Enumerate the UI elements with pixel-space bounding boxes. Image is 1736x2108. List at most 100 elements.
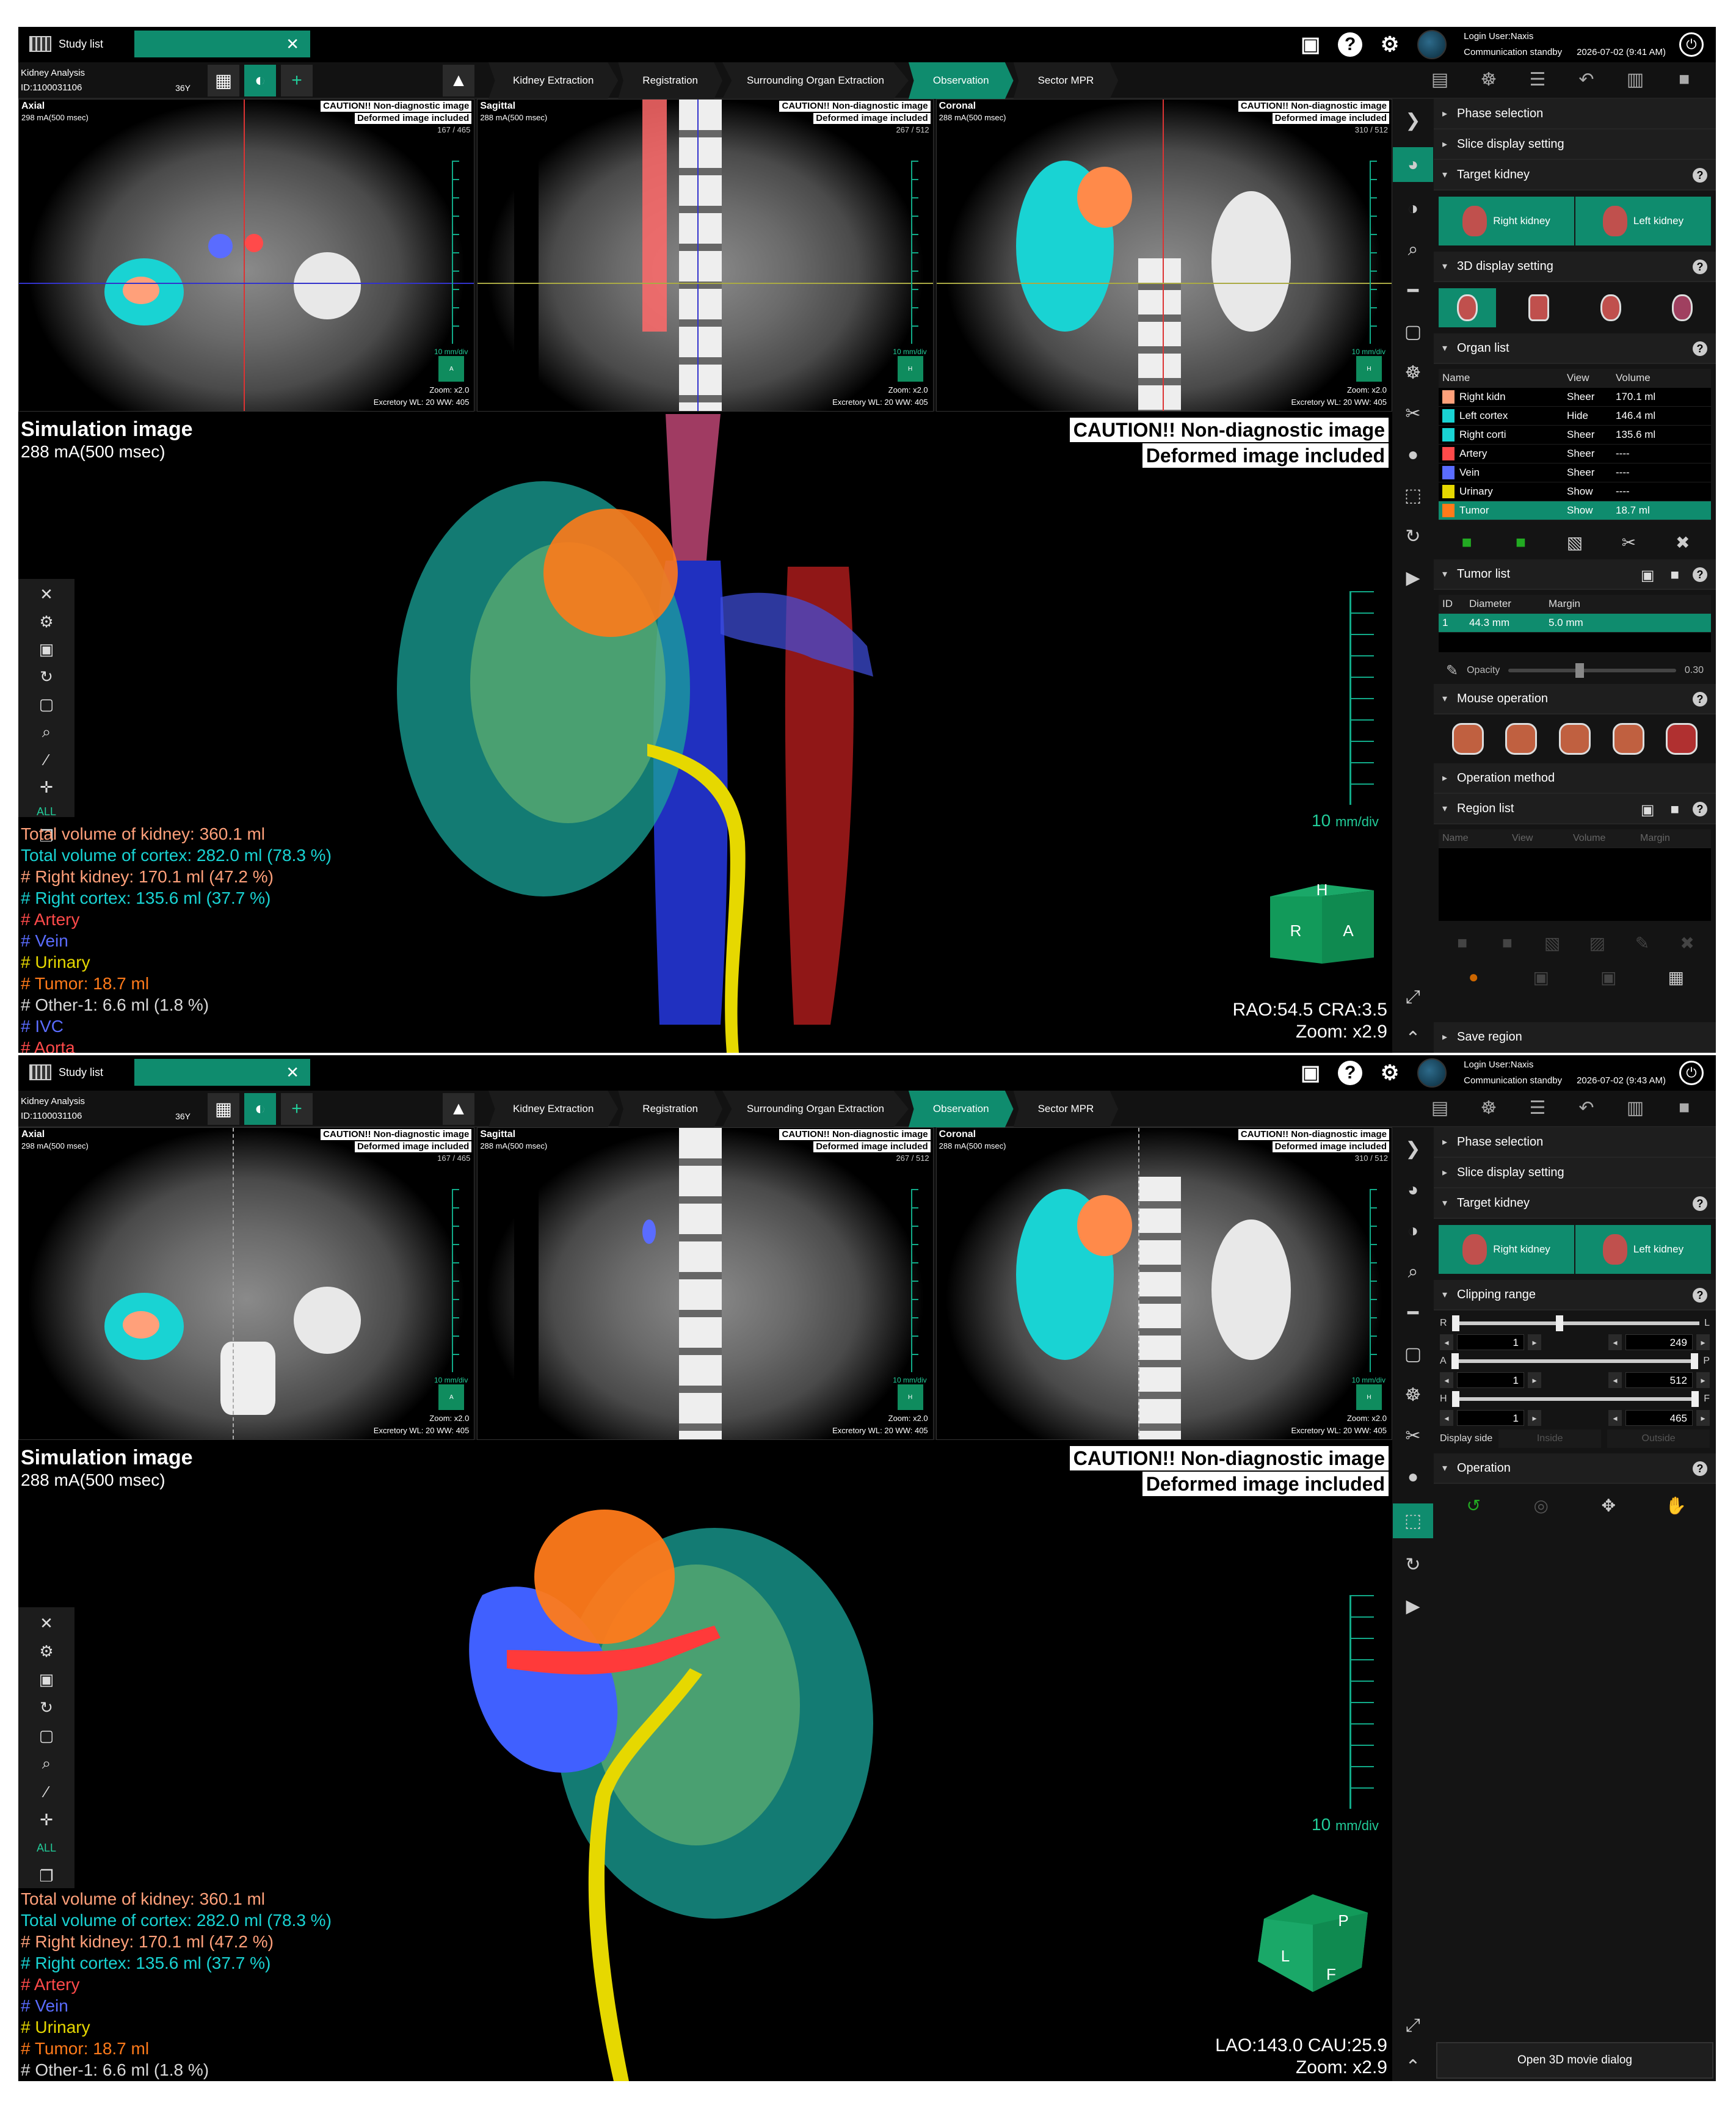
camera-export-icon[interactable]: ▣ xyxy=(1296,31,1324,59)
fullscreen-icon[interactable]: ⤢ xyxy=(1398,2012,1428,2040)
orientation-cube[interactable]: H xyxy=(897,1384,923,1410)
clip-slider-rl[interactable] xyxy=(1451,1315,1700,1331)
orientation-cube[interactable]: A xyxy=(438,1384,465,1410)
save-region-section[interactable]: ▸ Save region xyxy=(1434,1022,1716,1053)
edit-organ-icon[interactable]: ■ xyxy=(1509,531,1533,553)
help-icon[interactable]: ? xyxy=(1693,1461,1707,1476)
slider-knob-max[interactable] xyxy=(1691,1391,1699,1407)
decrement-icon[interactable]: ◂ xyxy=(1608,1410,1622,1426)
collapse-arrow-icon[interactable]: ❯ xyxy=(1398,1135,1428,1163)
zoom-hand-icon[interactable]: ⌕ xyxy=(1398,1257,1428,1286)
simulation-3d-view[interactable]: Simulation image 288 mA(500 msec) CAUTIO… xyxy=(18,1442,1392,2081)
clip-box-icon[interactable]: ⬚ xyxy=(1398,481,1428,510)
layout-grid-icon[interactable]: ▦ xyxy=(208,1093,239,1125)
organ-color-swatch[interactable] xyxy=(1442,504,1455,517)
increment-icon[interactable]: ▸ xyxy=(1696,1410,1710,1426)
annotation-icon[interactable]: ▲ xyxy=(443,65,474,96)
operation-section[interactable]: ▾ Operation? xyxy=(1434,1453,1716,1484)
decrement-icon[interactable]: ◂ xyxy=(1440,1334,1453,1350)
crosshair-horizontal[interactable] xyxy=(936,283,1392,284)
region-split-icon[interactable]: ▣ xyxy=(1529,966,1553,988)
display-mode-cortex[interactable] xyxy=(1582,288,1640,327)
region-edit2-icon[interactable]: ✎ xyxy=(1630,932,1654,954)
step-surrounding-organ-extraction[interactable]: Surrounding Organ Extraction xyxy=(722,62,909,99)
axial-viewport[interactable]: Axial 298 mA(500 msec) CAUTION!! Non-dia… xyxy=(18,99,475,412)
undo-all-icon[interactable]: ↶ xyxy=(1573,1094,1600,1121)
region-merge-icon[interactable]: ▨ xyxy=(1585,932,1610,954)
tumor-list-section[interactable]: ▾ Tumor list ▣ ■? xyxy=(1434,559,1716,590)
crop-icon[interactable]: ▢ xyxy=(35,1726,57,1745)
increment-icon[interactable]: ▸ xyxy=(1696,1334,1710,1350)
measure-icon[interactable]: ∕ xyxy=(35,751,57,769)
add-icon[interactable]: + xyxy=(281,1093,313,1125)
kidney-view-icon[interactable]: ◐ xyxy=(244,65,276,96)
draw-kidney-icon[interactable] xyxy=(1505,723,1538,755)
step-registration[interactable]: Registration xyxy=(618,1091,723,1127)
slice-display-section[interactable]: ▸ Slice display setting xyxy=(1434,1158,1716,1188)
camera-icon[interactable]: ▣ xyxy=(35,640,57,659)
undo-all-icon[interactable]: ↶ xyxy=(1573,66,1600,93)
region-kidney-icon[interactable] xyxy=(1666,723,1698,755)
slider-knob-max[interactable] xyxy=(1555,1315,1563,1331)
organ-view[interactable]: Sheer xyxy=(1567,448,1616,460)
list-icon[interactable]: ☰ xyxy=(1524,1094,1551,1121)
video-icon[interactable]: ▶ xyxy=(1398,564,1428,592)
organ-list-section[interactable]: ▾ Organ list? xyxy=(1434,333,1716,364)
layout-grid-icon[interactable]: ▦ xyxy=(208,65,239,96)
organ-row[interactable]: Left cortex Hide 146.4 ml xyxy=(1439,407,1711,426)
layout-icon[interactable]: ▤ xyxy=(1426,66,1453,93)
list-icon[interactable]: ☰ xyxy=(1524,66,1551,93)
region-copy-icon[interactable]: ▧ xyxy=(1540,932,1564,954)
sphere-icon[interactable]: ● xyxy=(1398,440,1428,469)
organ-view[interactable]: Show xyxy=(1567,485,1616,498)
increment-icon[interactable]: ▸ xyxy=(1696,1372,1710,1388)
organ-color-swatch[interactable] xyxy=(1442,390,1455,404)
display-mode-vessels[interactable] xyxy=(1511,288,1568,327)
clip-min-input[interactable]: 1 xyxy=(1457,1410,1524,1426)
study-list-button[interactable]: Study list xyxy=(29,1059,134,1086)
clip-min-input[interactable]: 1 xyxy=(1457,1372,1524,1388)
help-icon[interactable]: ? xyxy=(1693,341,1707,356)
decrement-icon[interactable]: ◂ xyxy=(1608,1334,1622,1350)
rotate-object-icon[interactable]: ◎ xyxy=(1529,1494,1553,1516)
ruler-icon[interactable]: ━ xyxy=(1398,1299,1428,1328)
orientation-cube-3d[interactable]: H R A xyxy=(1270,884,1374,964)
display-mode-kidney[interactable] xyxy=(1439,288,1496,327)
organ-row[interactable]: Artery Sheer ---- xyxy=(1439,445,1711,463)
organ-color-swatch[interactable] xyxy=(1442,428,1455,442)
save-icon[interactable]: ■ xyxy=(1671,567,1680,584)
display-mode-tumor[interactable] xyxy=(1654,288,1712,327)
opacity-slider-knob[interactable] xyxy=(1575,663,1585,678)
delete-organ-icon[interactable]: ✖ xyxy=(1671,531,1695,553)
hand-icon[interactable]: ✋ xyxy=(1664,1494,1688,1516)
add-organ-icon[interactable]: ■ xyxy=(1455,531,1479,553)
study-list-button[interactable]: Study list xyxy=(29,31,134,57)
slice-display-section[interactable]: ▸ Slice display setting xyxy=(1434,129,1716,160)
kidney-view-icon[interactable]: ◐ xyxy=(244,1093,276,1125)
camera-icon[interactable]: ▣ xyxy=(1641,801,1655,819)
increment-icon[interactable]: ▸ xyxy=(1528,1372,1541,1388)
all-icon[interactable]: ALL xyxy=(35,1838,57,1858)
orientation-cube[interactable]: H xyxy=(897,356,923,382)
clip-slider-hf[interactable] xyxy=(1451,1391,1699,1407)
step-kidney-extraction[interactable]: Kidney Extraction xyxy=(488,62,619,99)
crop-icon[interactable]: ▢ xyxy=(35,695,57,714)
outside-button[interactable]: Outside xyxy=(1607,1430,1710,1448)
copy-icon[interactable]: ❐ xyxy=(35,1866,57,1886)
clip-max-input[interactable]: 465 xyxy=(1625,1410,1693,1426)
help-icon[interactable]: ? xyxy=(1693,567,1707,582)
decrement-icon[interactable]: ◂ xyxy=(1440,1372,1453,1388)
move-icon[interactable]: ✥ xyxy=(1596,1494,1621,1516)
close-icon[interactable]: ✕ xyxy=(35,1613,57,1633)
camera-icon[interactable]: ▣ xyxy=(35,1670,57,1689)
step-sector-mpr[interactable]: Sector MPR xyxy=(1013,62,1119,99)
slice-kidney-icon[interactable] xyxy=(1558,723,1591,755)
report-icon[interactable]: ▥ xyxy=(1622,1094,1649,1121)
clip-line[interactable] xyxy=(233,1128,234,1439)
clip-box-icon[interactable]: ⬚ xyxy=(1393,1503,1433,1539)
slider-knob-min[interactable] xyxy=(1451,1353,1459,1369)
coronal-viewport[interactable]: Coronal 288 mA(500 msec) CAUTION!! Non-d… xyxy=(935,99,1392,412)
region-kidney-tool-icon[interactable]: ● xyxy=(1461,966,1486,988)
copy-organ-icon[interactable]: ▧ xyxy=(1563,531,1587,553)
sagittal-viewport[interactable]: Sagittal 288 mA(500 msec) CAUTION!! Non-… xyxy=(477,1127,934,1440)
